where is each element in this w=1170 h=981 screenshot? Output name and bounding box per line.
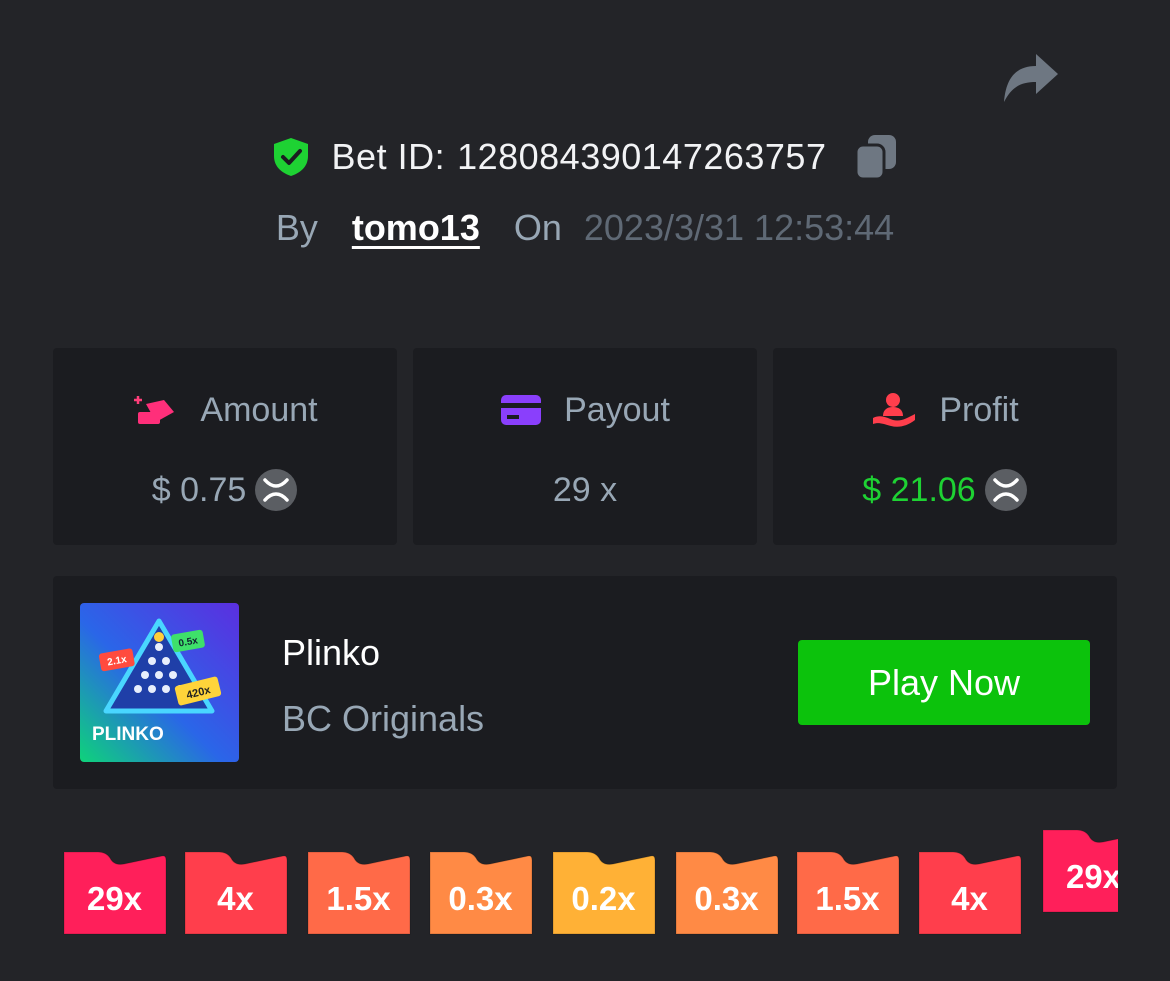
bucket-5: 0.2x xyxy=(551,852,656,936)
bucket-label: 0.3x xyxy=(694,880,759,917)
amount-value: $ 0.75 xyxy=(151,470,247,509)
profit-hand-icon xyxy=(873,393,916,427)
amount-label: Amount xyxy=(200,390,318,429)
bucket-8: 4x xyxy=(917,852,1022,936)
bucket-4: 0.3x xyxy=(428,852,533,936)
share-icon[interactable] xyxy=(1000,52,1060,104)
bucket-6: 0.3x xyxy=(674,852,779,936)
bet-datetime: 2023/3/31 12:53:44 xyxy=(583,207,895,248)
profit-value: $ 21.06 xyxy=(862,470,976,509)
bet-id-label: Bet ID: xyxy=(331,136,446,177)
shield-check-icon xyxy=(273,138,308,176)
author-row: By tomo13 On 2023/3/31 12:53:44 xyxy=(0,200,1170,256)
bucket-label: 29x xyxy=(86,880,143,917)
xrp-icon xyxy=(255,469,298,511)
bucket-label: 29x xyxy=(1065,858,1118,895)
copy-icon[interactable] xyxy=(854,133,898,181)
profit-label: Profit xyxy=(939,390,1019,429)
bucket-label: 4x xyxy=(951,880,988,917)
bet-id-row: Bet ID: 128084390147263757 xyxy=(0,128,1170,186)
bucket-label: 1.5x xyxy=(815,880,880,917)
amount-card: Amount $ 0.75 xyxy=(53,348,397,545)
play-now-button[interactable]: Play Now xyxy=(798,640,1090,725)
bucket-9: 29x xyxy=(1041,830,1118,914)
by-label: By xyxy=(275,207,318,248)
bucket-label: 4x xyxy=(217,880,254,917)
profit-card: Profit $ 21.06 xyxy=(773,348,1117,545)
plinko-thumbnail[interactable]: 2.1x 0.5x 420x PLINKO xyxy=(80,603,239,762)
game-name: Plinko xyxy=(282,632,381,673)
bucket-2: 4x xyxy=(183,852,288,936)
bucket-3: 1.5x xyxy=(306,852,411,936)
on-label: On xyxy=(513,207,562,248)
bucket-label: 1.5x xyxy=(326,880,391,917)
payout-card-icon xyxy=(501,395,542,425)
payout-value: 29 x xyxy=(552,470,618,509)
bucket-label: 0.3x xyxy=(448,880,513,917)
thumb-title: PLINKO xyxy=(92,724,164,745)
amount-icon xyxy=(134,396,175,424)
bet-id-value: 128084390147263757 xyxy=(457,136,827,177)
bucket-7: 1.5x xyxy=(795,852,900,936)
bucket-1: 29x xyxy=(62,852,167,936)
bucket-label: 0.2x xyxy=(571,880,636,917)
xrp-icon xyxy=(984,469,1027,511)
payout-label: Payout xyxy=(564,390,670,429)
game-provider: BC Originals xyxy=(282,698,485,739)
payout-card: Payout 29 x xyxy=(413,348,757,545)
game-card: 2.1x 0.5x 420x PLINKO Plinko BC Original… xyxy=(53,576,1117,789)
username-link[interactable]: tomo13 xyxy=(352,207,480,249)
